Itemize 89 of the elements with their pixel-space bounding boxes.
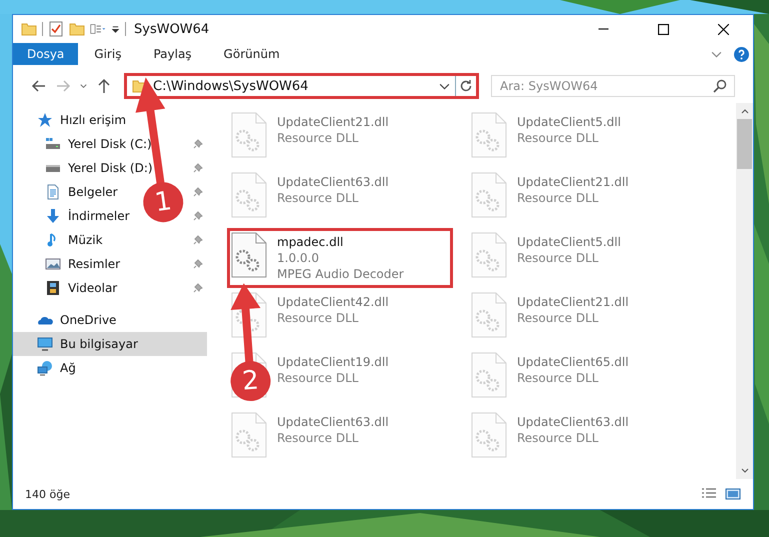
- refresh-icon[interactable]: [458, 78, 474, 94]
- file-name[interactable]: UpdateClient21.dll: [277, 114, 389, 130]
- nav-label[interactable]: Resimler: [68, 257, 120, 271]
- file-detail: Resource DLL: [277, 130, 360, 146]
- file-detail: Resource DLL: [517, 130, 600, 146]
- nav-label: Hızlı erişim: [60, 113, 126, 127]
- dll-file-icon: [471, 352, 507, 398]
- drive-icon: [45, 164, 61, 172]
- pin-icon[interactable]: [193, 283, 203, 293]
- close-icon[interactable]: [718, 24, 728, 34]
- pin-icon[interactable]: [193, 139, 203, 149]
- checklist-icon[interactable]: [48, 21, 64, 37]
- download-arrow-icon: [45, 208, 61, 224]
- nav-label[interactable]: Yerel Disk (C:): [68, 137, 152, 151]
- nav-item[interactable]: Ağ: [13, 356, 207, 380]
- nav-label[interactable]: İndirmeler: [68, 209, 130, 223]
- file-name[interactable]: UpdateClient5.dll: [517, 234, 621, 250]
- file-name[interactable]: mpadec.dll: [277, 234, 404, 250]
- file-detail: MPEG Audio Decoder: [277, 266, 404, 282]
- nav-label: Bu bilgisayar: [60, 337, 138, 351]
- file-name[interactable]: UpdateClient42.dll: [277, 294, 389, 310]
- dll-file-icon: [231, 232, 267, 278]
- dropdown-icon[interactable]: [111, 24, 120, 34]
- nav-label[interactable]: Videolar: [68, 281, 118, 295]
- nav-item[interactable]: Hızlı erişim: [13, 108, 207, 132]
- file-name[interactable]: UpdateClient65.dll: [517, 354, 629, 370]
- file-name[interactable]: UpdateClient63.dll: [517, 414, 629, 430]
- pin-icon[interactable]: [193, 235, 203, 245]
- pin-icon[interactable]: [193, 187, 203, 197]
- nav-item[interactable]: Bu bilgisayar: [13, 332, 207, 356]
- network-icon: [37, 360, 53, 376]
- file-name[interactable]: UpdateClient5.dll: [517, 114, 621, 130]
- large-icons-view-icon[interactable]: [725, 486, 741, 502]
- star-icon: [37, 112, 53, 128]
- file-name[interactable]: UpdateClient21.dll: [517, 174, 629, 190]
- ribbon-tab[interactable]: Dosya: [13, 43, 78, 65]
- dll-file-icon: [231, 412, 267, 458]
- file-name[interactable]: UpdateClient21.dll: [517, 294, 629, 310]
- dll-file-icon: [231, 172, 267, 218]
- file-detail: Resource DLL: [517, 250, 600, 266]
- minimize-icon[interactable]: [598, 28, 608, 30]
- ribbon-tab[interactable]: Paylaş: [137, 43, 208, 65]
- computer-icon: [37, 336, 53, 352]
- item-count: 140 öğe: [25, 488, 70, 500]
- dll-file-icon: [471, 232, 507, 278]
- file-name[interactable]: UpdateClient63.dll: [277, 174, 389, 190]
- ribbon-tab[interactable]: Görünüm: [208, 43, 296, 65]
- search-icon: [712, 78, 728, 94]
- scrollbar-thumb[interactable]: [737, 119, 752, 169]
- dll-file-icon: [471, 412, 507, 458]
- window-title: SysWOW64: [134, 22, 210, 36]
- address-bar[interactable]: C:\Windows\SysWOW64: [124, 73, 479, 99]
- nav-label[interactable]: Müzik: [68, 233, 103, 247]
- file-detail: Resource DLL: [517, 190, 600, 206]
- drive-icon: [45, 136, 61, 152]
- nav-label[interactable]: Yerel Disk (D:): [68, 161, 153, 175]
- help-icon[interactable]: [734, 46, 749, 62]
- search-field[interactable]: Ara: SysWOW64: [491, 75, 735, 97]
- file-detail: Resource DLL: [517, 310, 600, 326]
- file-detail: 1.0.0.0: [277, 250, 320, 266]
- dll-file-icon: [471, 172, 507, 218]
- file-name[interactable]: UpdateClient19.dll: [277, 354, 389, 370]
- dll-file-icon: [471, 292, 507, 338]
- nav-label: OneDrive: [60, 313, 116, 327]
- ribbon-tab[interactable]: Giriş: [78, 43, 138, 65]
- nav-label[interactable]: Belgeler: [68, 185, 118, 199]
- file-detail: Resource DLL: [277, 310, 360, 326]
- pin-icon[interactable]: [193, 163, 203, 173]
- back-arrow-icon[interactable]: [31, 78, 47, 94]
- scrollbar[interactable]: [736, 103, 753, 479]
- file-name[interactable]: UpdateClient63.dll: [277, 414, 389, 430]
- pin-icon[interactable]: [193, 211, 203, 221]
- file-detail: Resource DLL: [517, 370, 600, 386]
- dll-file-icon: [471, 112, 507, 158]
- file-detail: Resource DLL: [277, 370, 360, 386]
- file-detail: Resource DLL: [277, 190, 360, 206]
- address-path: C:\Windows\SysWOW64: [153, 78, 310, 94]
- file-detail: Resource DLL: [517, 430, 600, 446]
- file-detail: Resource DLL: [277, 430, 360, 446]
- up-arrow-icon[interactable]: [96, 78, 112, 94]
- document-icon: [45, 184, 61, 200]
- film-strip-icon: [45, 280, 61, 296]
- maximize-icon[interactable]: [658, 24, 668, 34]
- pin-icon[interactable]: [193, 259, 203, 269]
- picture-frame-icon: [45, 256, 61, 272]
- chevron-down-icon[interactable]: [79, 82, 88, 90]
- dll-file-icon: [231, 112, 267, 158]
- nav-item[interactable]: OneDrive: [13, 308, 207, 332]
- nav-label: Ağ: [60, 361, 76, 375]
